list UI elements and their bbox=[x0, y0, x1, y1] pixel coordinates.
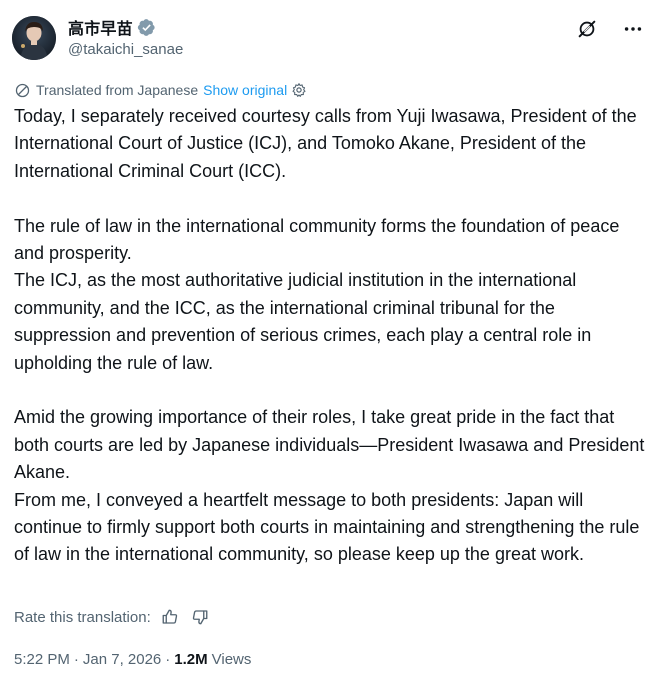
tweet-paragraph: Amid the growing importance of their rol… bbox=[14, 407, 645, 483]
tweet-paragraph: From me, I conveyed a heartfelt message … bbox=[14, 489, 640, 565]
tweet-paragraph: The ICJ, as the most authoritative judic… bbox=[14, 270, 592, 373]
meta-separator: · bbox=[165, 650, 171, 668]
meta-separator: · bbox=[73, 650, 79, 668]
author-names: 高市早苗 @takaichi_sanae bbox=[68, 16, 183, 58]
tweet-time[interactable]: 5:22 PM bbox=[14, 651, 70, 668]
rate-translation-label: Rate this translation: bbox=[14, 608, 151, 626]
verified-badge-icon[interactable] bbox=[137, 18, 156, 37]
display-name[interactable]: 高市早苗 bbox=[68, 15, 133, 39]
tweet-header: 高市早苗 @takaichi_sanae bbox=[12, 14, 644, 62]
author-handle[interactable]: @takaichi_sanae bbox=[68, 41, 183, 58]
avatar-image bbox=[12, 16, 56, 60]
tweet-meta: 5:22 PM · Jan 7, 2026 · 1.2M Views bbox=[14, 648, 251, 670]
more-horizontal-icon[interactable] bbox=[622, 18, 644, 40]
thumbs-down-icon[interactable] bbox=[191, 608, 209, 626]
tweet-paragraph: Today, I separately received courtesy ca… bbox=[14, 106, 637, 181]
views-label: Views bbox=[211, 650, 252, 668]
views-count: 1.2M bbox=[174, 650, 208, 668]
tweet-paragraph: The rule of law in the international com… bbox=[14, 215, 620, 264]
show-original-link[interactable]: Show original bbox=[203, 82, 287, 98]
display-name-row: 高市早苗 bbox=[68, 16, 183, 38]
avatar[interactable] bbox=[12, 16, 56, 60]
tweet-text: Today, I separately received courtesy ca… bbox=[14, 103, 646, 569]
thumbs-up-icon[interactable] bbox=[161, 608, 179, 626]
header-actions bbox=[576, 18, 644, 40]
gear-icon[interactable] bbox=[291, 82, 307, 98]
grok-icon[interactable] bbox=[576, 18, 598, 40]
translate-icon bbox=[15, 83, 30, 97]
translated-label: Translated from Japanese bbox=[36, 82, 199, 98]
tweet-date[interactable]: Jan 7, 2026 bbox=[83, 651, 161, 668]
rate-translation: Rate this translation: bbox=[14, 606, 209, 628]
translation-bar: Translated from Japanese Show original bbox=[14, 80, 307, 100]
